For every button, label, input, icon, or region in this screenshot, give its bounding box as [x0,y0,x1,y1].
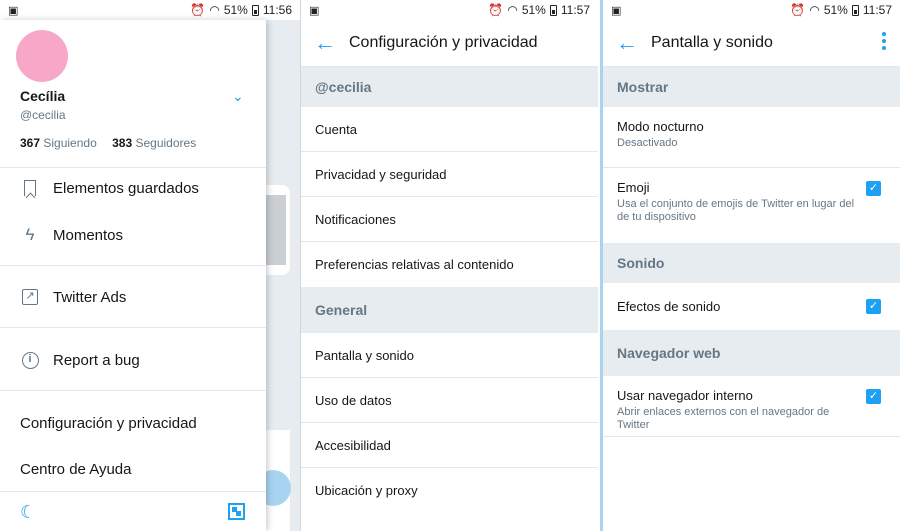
clock: 11:57 [862,3,892,17]
notification-icon: ▣ [611,4,622,17]
settings-privacy-screen: ▣ ⏰ ◠ 51% 11:57 ← Configuración y privac… [300,0,598,531]
setting-emoji[interactable]: Emoji Usa el conjunto de emojis de Twitt… [603,168,900,243]
settings-item-privacy[interactable]: Privacidad y seguridad [301,152,598,197]
clock: 11:56 [262,3,292,17]
follow-stats: 367 Siguiendo 383 Seguidores [20,136,196,150]
setting-title: Emoji [617,180,650,195]
lightning-icon: ϟ [25,225,35,244]
external-link-icon: ↗ [22,289,38,305]
status-bar: ▣ ⏰ ◠ 51% 11:57 [603,0,900,20]
battery-icon [851,4,859,16]
setting-night-mode[interactable]: Modo nocturno Desactivado [603,107,900,168]
navigation-drawer-screen: ▣ ⏰ ◠ 51% 11:56 Cecília ⌄ @cecilia 367 S… [0,0,300,531]
settings-item-accessibility[interactable]: Accesibilidad [301,423,598,468]
divider [0,265,266,266]
followers-link[interactable]: 383 Seguidores [112,136,196,150]
app-bar: ← Pantalla y sonido [603,20,900,67]
page-title: Pantalla y sonido [651,34,773,51]
status-bar: ▣ ⏰ ◠ 51% 11:57 [301,0,598,20]
battery-percent: 51% [823,3,848,17]
chevron-down-icon[interactable]: ⌄ [232,88,244,105]
display-sound-screen: ▣ ⏰ ◠ 51% 11:57 ← Pantalla y sonido Most… [600,0,900,531]
setting-title: Modo nocturno [617,119,704,134]
settings-item-content-preferences[interactable]: Preferencias relativas al contenido [301,242,598,287]
following-count: 367 [20,136,41,150]
status-bar: ▣ ⏰ ◠ 51% 11:56 [0,0,300,20]
profile-name[interactable]: Cecília [20,88,65,104]
qr-code-icon[interactable] [228,503,245,520]
setting-inapp-browser[interactable]: Usar navegador interno Abrir enlaces ext… [603,376,900,437]
back-arrow-icon[interactable]: ← [301,30,349,56]
battery-icon [251,4,259,16]
wifi-icon: ◠ [809,3,820,17]
following-link[interactable]: 367 Siguiendo [20,136,97,150]
drawer-item-settings[interactable]: Configuración y privacidad [0,403,266,443]
inapp-browser-checkbox[interactable]: ✓ [866,389,881,404]
divider [0,327,266,328]
more-vertical-icon[interactable] [882,32,886,53]
app-bar: ← Configuración y privacidad [301,20,598,67]
alarm-icon: ⏰ [190,3,206,17]
setting-title: Usar navegador interno [617,388,753,403]
drawer-footer: ☾ [0,491,266,531]
info-icon: i [21,351,39,369]
following-label: Siguiendo [43,136,97,150]
setting-value: Desactivado [617,137,678,149]
setting-title: Efectos de sonido [617,299,721,314]
settings-item-data-usage[interactable]: Uso de datos [301,378,598,423]
alarm-icon: ⏰ [790,3,806,17]
battery-percent: 51% [521,3,546,17]
avatar[interactable] [16,30,68,82]
followers-count: 383 [112,136,133,150]
divider [0,390,266,391]
settings-item-account[interactable]: Cuenta [301,107,598,152]
section-header-sound: Sonido [603,243,900,283]
page-title: Configuración y privacidad [349,34,538,51]
notification-icon: ▣ [8,4,19,17]
followers-label: Seguidores [135,136,197,150]
background-tweet-image [266,195,286,265]
section-header-general: General [301,287,598,333]
section-header-web-browser: Navegador web [603,330,900,376]
drawer-item-label: Twitter Ads [53,288,127,306]
settings-item-notifications[interactable]: Notificaciones [301,197,598,242]
settings-item-display-sound[interactable]: Pantalla y sonido [301,333,598,378]
battery-icon [549,4,557,16]
settings-item-location-proxy[interactable]: Ubicación y proxy [301,468,598,513]
wifi-icon: ◠ [507,3,518,17]
drawer-item-label: Momentos [53,226,124,244]
notification-icon: ▣ [309,4,320,17]
drawer-item-report-bug[interactable]: i Report a bug [0,340,266,380]
battery-percent: 51% [223,3,248,17]
drawer-item-moments[interactable]: ϟ Momentos [0,215,266,255]
profile-handle: @cecilia [20,108,66,122]
emoji-checkbox[interactable]: ✓ [866,181,881,196]
moon-icon[interactable]: ☾ [20,502,36,523]
back-arrow-icon[interactable]: ← [603,30,651,56]
sound-effects-checkbox[interactable]: ✓ [866,299,881,314]
drawer: Cecília ⌄ @cecilia 367 Siguiendo 383 Seg… [0,20,266,531]
drawer-item-help-center[interactable]: Centro de Ayuda [0,449,266,489]
section-header-show: Mostrar [603,67,900,107]
setting-description: Usa el conjunto de emojis de Twitter en … [617,198,855,223]
alarm-icon: ⏰ [488,3,504,17]
drawer-item-twitter-ads[interactable]: ↗ Twitter Ads [0,277,266,317]
wifi-icon: ◠ [209,3,220,17]
setting-description: Abrir enlaces externos con el navegador … [617,406,830,431]
clock: 11:57 [560,3,590,17]
section-header-account: @cecilia [301,67,598,107]
setting-sound-effects[interactable]: Efectos de sonido ✓ [603,283,900,330]
drawer-item-label: Report a bug [53,351,140,369]
drawer-item-label: Elementos guardados [53,179,199,197]
bookmark-icon [24,180,36,196]
drawer-item-bookmarks[interactable]: Elementos guardados [0,168,266,208]
